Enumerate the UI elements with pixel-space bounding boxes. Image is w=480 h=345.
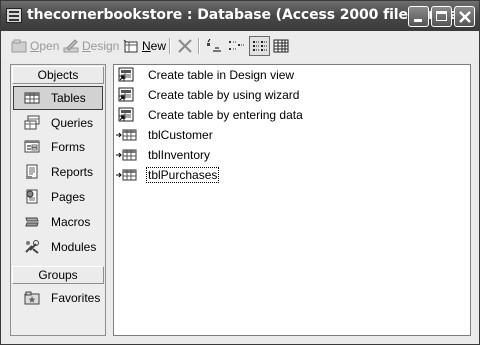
close-button[interactable]: [454, 6, 475, 27]
delete-button[interactable]: [177, 37, 196, 55]
list-item-label: Create table by entering data: [148, 108, 303, 122]
toolbar-separator: [169, 38, 171, 54]
delete-icon: [177, 39, 193, 53]
create-shortcut-icon: [118, 87, 134, 103]
object-type-queries[interactable]: Queries: [13, 111, 103, 135]
module-icon: [24, 239, 40, 255]
form-icon: [24, 139, 40, 155]
object-type-label: Reports: [51, 165, 94, 179]
details-view-icon: [273, 39, 289, 53]
groups-group-button[interactable]: Groups: [12, 266, 104, 284]
small-icons-icon: [228, 39, 245, 53]
design-button[interactable]: Design: [63, 37, 119, 55]
table-icon: [24, 90, 40, 106]
favorites-folder-icon: [24, 290, 40, 306]
list-view-icon: [252, 39, 268, 53]
objects-bar: Objects Tables Queries Forms Reports Pag…: [10, 64, 106, 336]
report-icon: [24, 164, 40, 180]
objects-group-button[interactable]: Objects: [12, 66, 104, 84]
window-title: thecornerbookstore : Database (Access 20…: [27, 7, 472, 23]
close-icon: [459, 11, 471, 23]
maximize-button[interactable]: [431, 6, 452, 27]
object-type-label: Modules: [51, 240, 97, 254]
group-label: Favorites: [51, 291, 101, 305]
object-type-reports[interactable]: Reports: [13, 160, 103, 184]
details-view-button[interactable]: [273, 37, 292, 55]
list-view-button[interactable]: [249, 36, 270, 56]
object-type-label: Macros: [51, 215, 91, 229]
create-shortcut-icon: [118, 67, 134, 83]
minimize-button[interactable]: [408, 6, 429, 27]
object-type-macros[interactable]: Macros: [13, 210, 103, 234]
query-icon: [24, 115, 40, 131]
create-shortcut-icon: [118, 107, 134, 123]
new-button[interactable]: New: [123, 37, 166, 55]
object-type-label: Pages: [51, 190, 86, 204]
open-icon: [11, 39, 27, 53]
large-icons-icon: [206, 38, 222, 53]
linked-table-icon: [116, 127, 137, 143]
design-label: Design: [82, 39, 120, 53]
list-item-label: tblPurchases: [145, 167, 220, 183]
toolbar-separator: [198, 38, 200, 54]
database-window: thecornerbookstore : Database (Access 20…: [0, 0, 480, 345]
macro-icon: [24, 214, 40, 230]
title-bar[interactable]: thecornerbookstore : Database (Access 20…: [1, 1, 479, 31]
object-type-forms[interactable]: Forms: [13, 135, 103, 159]
object-type-tables[interactable]: Tables: [13, 86, 103, 110]
large-icons-button[interactable]: [206, 37, 225, 55]
object-list: Create table in Design view Create table…: [113, 64, 471, 336]
small-icons-button[interactable]: [228, 37, 247, 55]
list-item-label: Create table by using wizard: [148, 88, 300, 102]
new-object-icon: [123, 39, 139, 53]
list-item-label: tblCustomer: [148, 128, 213, 142]
database-toolbar: Open Design New: [1, 32, 479, 60]
new-label: New: [142, 39, 167, 53]
list-item-label: tblInventory: [148, 148, 211, 162]
database-window-icon[interactable]: [6, 8, 22, 23]
page-icon: [24, 189, 40, 205]
object-type-label: Forms: [51, 140, 85, 154]
object-type-label: Queries: [51, 116, 94, 130]
list-item-label: Create table in Design view: [148, 68, 295, 82]
object-type-pages[interactable]: Pages: [13, 185, 103, 209]
object-type-modules[interactable]: Modules: [13, 235, 103, 259]
group-favorites[interactable]: Favorites: [13, 286, 103, 310]
linked-table-icon: [116, 167, 137, 183]
object-type-label: Tables: [51, 91, 86, 105]
linked-table-icon: [116, 147, 137, 163]
open-label: Open: [30, 39, 60, 53]
design-icon: [63, 39, 79, 53]
open-button[interactable]: Open: [11, 37, 59, 55]
